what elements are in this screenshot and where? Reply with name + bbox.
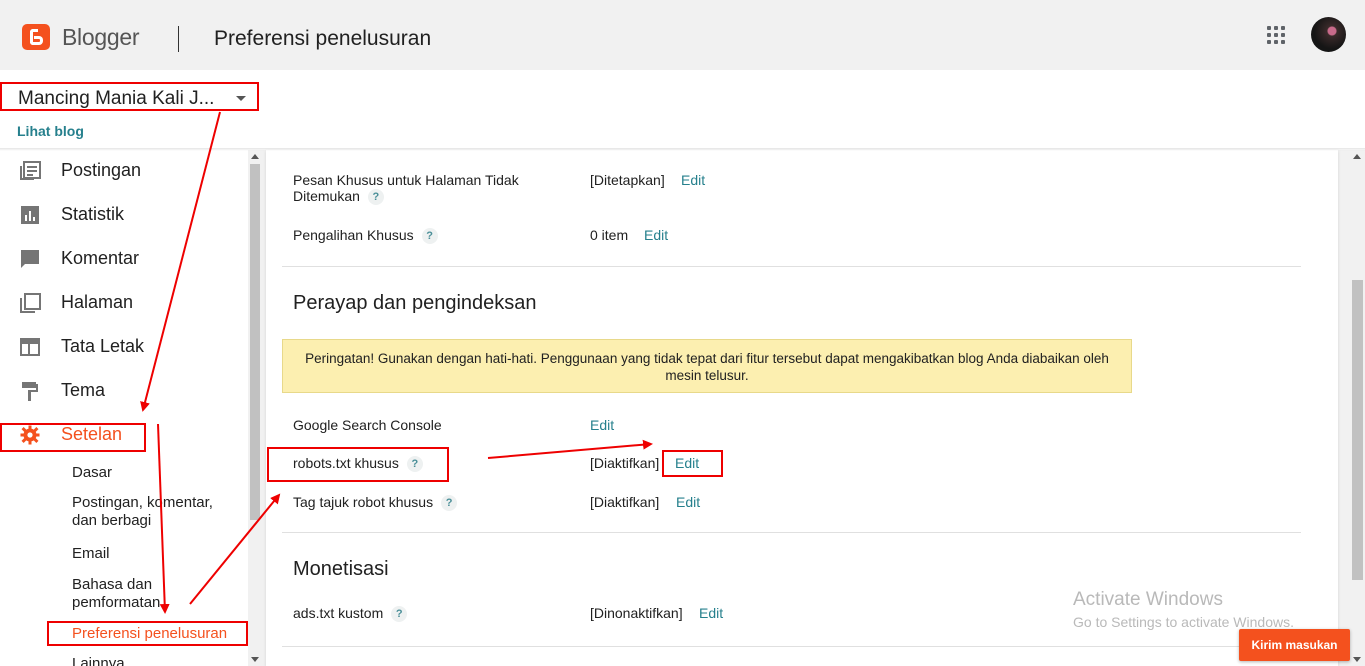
robots-txt-value: [Diaktifkan] [590, 455, 660, 471]
blog-name: Mancing Mania Kali J... [18, 88, 215, 109]
view-blog-link[interactable]: Lihat blog [17, 123, 84, 139]
ads-txt-label-text: ads.txt kustom [293, 605, 384, 621]
sidebar-item-label: Tata Letak [61, 336, 145, 356]
scroll-down-icon[interactable] [1353, 657, 1361, 662]
scrollbar-thumb[interactable] [1352, 280, 1363, 580]
sidebar-subitem-basic[interactable]: Dasar [72, 464, 237, 482]
section-divider [282, 532, 1301, 533]
blog-selector[interactable]: Mancing Mania Kali J... [0, 82, 259, 111]
sidebar-subitem-email[interactable]: Email [72, 545, 237, 563]
annotation-box-robots-txt [267, 447, 449, 482]
sidebar-subitem-other[interactable]: Lainnya [72, 655, 237, 666]
error-page-label-text: Pesan Khusus untuk Halaman Tidak Ditemuk… [293, 172, 519, 204]
apps-grid-icon[interactable] [1267, 26, 1285, 44]
ads-txt-value: [Dinonaktifkan] [590, 605, 683, 621]
error-page-edit-link[interactable]: Edit [681, 172, 705, 188]
ads-txt-label: ads.txt kustom? [293, 605, 408, 623]
sidebar-scrollbar[interactable] [248, 150, 262, 666]
activation-watermark-title: Activate Windows [1073, 589, 1223, 610]
sidebar-item-pages[interactable]: Halaman [0, 288, 245, 318]
scroll-up-icon[interactable] [251, 154, 259, 159]
avatar[interactable] [1311, 17, 1346, 52]
redirects-value: 0 item [590, 227, 629, 243]
comment-icon [21, 250, 39, 268]
main-scrollbar[interactable] [1350, 150, 1365, 666]
ads-txt-edit-link[interactable]: Edit [699, 605, 723, 621]
warning-banner: Peringatan! Gunakan dengan hati-hati. Pe… [282, 339, 1132, 393]
help-icon[interactable]: ? [441, 495, 458, 512]
sidebar-item-layout[interactable]: Tata Letak [0, 332, 245, 362]
sidebar-item-comments[interactable]: Komentar [0, 244, 245, 274]
sidebar-item-posts[interactable]: Postingan [0, 156, 245, 186]
posts-icon [20, 161, 41, 180]
sidebar-item-stats[interactable]: Statistik [0, 200, 245, 230]
sidebar-item-label: Komentar [61, 248, 140, 268]
monetization-section-title: Monetisasi [293, 558, 389, 580]
sidebar-item-label: Halaman [61, 292, 134, 312]
search-console-label: Google Search Console [293, 417, 442, 433]
annotation-box-edit [662, 450, 723, 477]
top-bar: Blogger Preferensi penelusuran [0, 0, 1365, 70]
robot-tags-edit-link[interactable]: Edit [676, 494, 700, 510]
search-console-edit-link[interactable]: Edit [590, 417, 614, 433]
chevron-down-icon [236, 96, 246, 101]
scroll-down-icon[interactable] [251, 657, 259, 662]
robot-tags-label-text: Tag tajuk robot khusus [293, 494, 434, 510]
redirects-label-text: Pengalihan Khusus [293, 227, 414, 243]
redirects-label: Pengalihan Khusus? [293, 227, 438, 245]
activation-watermark-text: Go to Settings to activate Windows. [1073, 614, 1294, 630]
annotation-box-settings [0, 423, 146, 452]
sidebar: Postingan Statistik Komentar Halaman Tat… [0, 150, 262, 666]
redirects-edit-link[interactable]: Edit [644, 227, 668, 243]
page-title: Preferensi penelusuran [214, 27, 432, 50]
sidebar-item-label: Postingan [61, 160, 142, 180]
send-feedback-button[interactable]: Kirim masukan [1239, 629, 1350, 661]
sidebar-subitem-language[interactable]: Bahasa dan pemformatan [72, 576, 237, 612]
theme-icon [22, 382, 38, 401]
section-divider [282, 266, 1301, 267]
help-icon[interactable]: ? [367, 189, 384, 206]
robot-tags-value: [Diaktifkan] [590, 494, 660, 510]
scroll-up-icon[interactable] [1353, 154, 1361, 159]
sidebar-item-label: Tema [61, 380, 106, 400]
annotation-box-search-preferences [47, 621, 248, 646]
stats-icon [21, 206, 39, 224]
pages-icon [20, 293, 41, 313]
header-shadow [0, 148, 1365, 151]
sidebar-item-theme[interactable]: Tema [0, 376, 245, 406]
scrollbar-thumb[interactable] [250, 164, 260, 520]
crawl-section-title: Perayap dan pengindeksan [293, 292, 537, 314]
sidebar-item-label: Statistik [61, 204, 125, 224]
help-icon[interactable]: ? [391, 606, 408, 623]
help-icon[interactable]: ? [421, 228, 438, 245]
header-divider [178, 26, 179, 52]
error-page-value: [Ditetapkan] [590, 172, 665, 188]
robot-tags-label: Tag tajuk robot khusus? [293, 494, 458, 512]
section-divider [282, 646, 1301, 647]
blogger-logo-icon[interactable] [22, 24, 50, 50]
sidebar-subitem-posts-comments[interactable]: Postingan, komentar, dan berbagi [72, 494, 237, 530]
brand-name[interactable]: Blogger [62, 24, 139, 51]
layout-icon [20, 338, 40, 356]
error-page-label: Pesan Khusus untuk Halaman Tidak Ditemuk… [293, 172, 553, 206]
